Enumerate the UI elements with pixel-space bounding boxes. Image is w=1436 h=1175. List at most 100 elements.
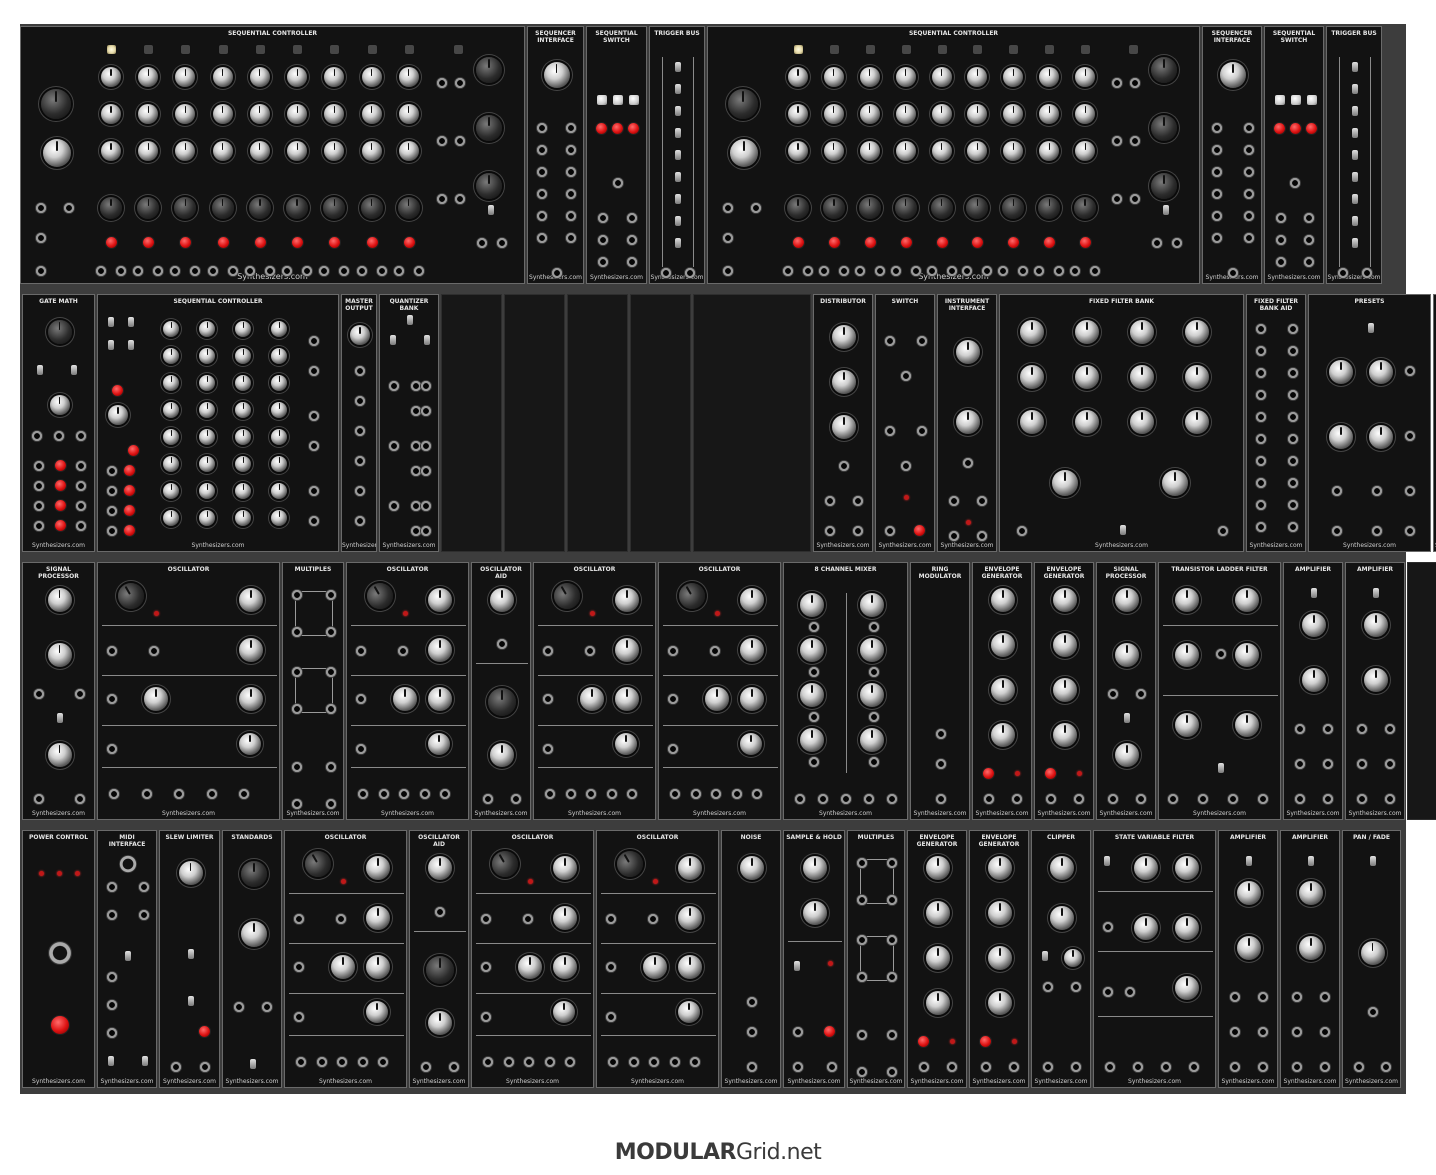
resonance-knob[interactable]: [1175, 916, 1199, 940]
low-pass-knob[interactable]: [1052, 470, 1078, 496]
step-knob[interactable]: [271, 483, 287, 499]
waveform-output-jack[interactable]: [689, 788, 702, 800]
filter-output-jack[interactable]: [1132, 1061, 1144, 1073]
linear-frequency-jack[interactable]: [709, 645, 721, 657]
transport-button[interactable]: [124, 465, 135, 476]
signal-input-jack[interactable]: [597, 234, 609, 246]
waveform-output-jack[interactable]: [418, 788, 431, 800]
signal-input-jack[interactable]: [1275, 256, 1287, 268]
patch-jack[interactable]: [291, 666, 303, 678]
signal-input-jack[interactable]: [1322, 758, 1334, 770]
waveform-output-jack[interactable]: [627, 1056, 640, 1068]
patch-jack[interactable]: [1255, 389, 1267, 401]
step-knob[interactable]: [235, 348, 251, 364]
patch-jack[interactable]: [948, 495, 960, 507]
step-out-jack[interactable]: [375, 265, 388, 277]
band-knob[interactable]: [1130, 410, 1154, 434]
configuration-knob[interactable]: [49, 395, 70, 415]
oscillator-output-jack[interactable]: [722, 265, 734, 277]
step-knob[interactable]: [931, 141, 952, 161]
patch-jack[interactable]: [808, 711, 820, 723]
response-toggle[interactable]: [1373, 588, 1379, 598]
step-in-jack[interactable]: [1069, 265, 1082, 277]
bank-output-jack[interactable]: [308, 410, 320, 422]
adsr-knob[interactable]: [991, 723, 1015, 747]
patch-jack[interactable]: [1404, 430, 1416, 442]
out-plus-jack[interactable]: [482, 793, 494, 805]
frequency-vernier-knob[interactable]: [730, 139, 758, 167]
step-set-button[interactable]: [180, 237, 192, 248]
patch-jack[interactable]: [1211, 232, 1223, 244]
range-knob[interactable]: [487, 846, 523, 882]
frequency-knob[interactable]: [1175, 856, 1199, 880]
step-knob[interactable]: [212, 141, 233, 161]
waveform-output-jack[interactable]: [238, 788, 251, 800]
output-jack[interactable]: [1008, 1061, 1020, 1073]
step-knob[interactable]: [138, 67, 159, 87]
power-on-button[interactable]: [50, 1016, 69, 1034]
pulse-width-amount-knob[interactable]: [331, 955, 355, 979]
column-on-time-knob[interactable]: [543, 62, 570, 88]
width-knob[interactable]: [553, 955, 577, 979]
gain-knob[interactable]: [1115, 588, 1139, 612]
response-toggle[interactable]: [1311, 588, 1317, 598]
band-knob[interactable]: [1185, 410, 1209, 434]
exp-amount-knob[interactable]: [428, 733, 450, 755]
pulse-width-amount-knob[interactable]: [643, 955, 667, 979]
patch-jack[interactable]: [1255, 477, 1267, 489]
frequency-knob[interactable]: [366, 856, 390, 880]
linear-amount-knob[interactable]: [239, 638, 263, 662]
exponential-frequency-jack[interactable]: [542, 743, 554, 755]
exponential-frequency-jack[interactable]: [480, 1011, 492, 1023]
step-knob[interactable]: [271, 321, 287, 337]
adsr-knob[interactable]: [1053, 633, 1077, 657]
signal-input-jack[interactable]: [1275, 212, 1287, 224]
step-knob[interactable]: [788, 104, 808, 124]
step-out-jack[interactable]: [909, 265, 922, 277]
gate-button[interactable]: [1045, 768, 1056, 779]
range-knob[interactable]: [612, 846, 648, 882]
level-knob[interactable]: [1175, 643, 1199, 667]
pan-fade-toggle[interactable]: [1369, 856, 1376, 866]
row-jack[interactable]: [454, 193, 466, 205]
patch-jack[interactable]: [1371, 485, 1383, 497]
step-knob[interactable]: [249, 141, 270, 161]
step-mode-knob[interactable]: [397, 197, 420, 219]
step-knob[interactable]: [788, 141, 808, 161]
step-knob[interactable]: [235, 510, 251, 526]
step-knob[interactable]: [163, 456, 179, 472]
step-set-button[interactable]: [329, 237, 341, 248]
exp-amount-knob[interactable]: [366, 1001, 388, 1023]
output-jack[interactable]: [74, 793, 86, 805]
trigger-output-button[interactable]: [613, 95, 623, 105]
step-knob[interactable]: [823, 141, 844, 161]
gate-jack[interactable]: [308, 515, 320, 527]
waveform-output-jack[interactable]: [523, 1056, 536, 1068]
width-knob[interactable]: [740, 687, 764, 711]
step-knob[interactable]: [271, 375, 287, 391]
step-knob[interactable]: [1039, 141, 1060, 161]
patch-jack[interactable]: [1211, 188, 1223, 200]
adsr-knob[interactable]: [926, 991, 950, 1015]
output-jack[interactable]: [1303, 212, 1315, 224]
site-logo[interactable]: MODULARGrid.net: [0, 1140, 1436, 1165]
step-mode-knob[interactable]: [930, 197, 953, 219]
row-jack[interactable]: [436, 193, 448, 205]
shift-jack[interactable]: [611, 177, 624, 189]
patch-jack[interactable]: [1243, 166, 1255, 178]
step-set-button[interactable]: [1044, 237, 1056, 248]
bank-output-jack[interactable]: [308, 485, 320, 497]
patch-jack[interactable]: [565, 232, 577, 244]
transport-button[interactable]: [124, 485, 135, 496]
push-button[interactable]: [112, 385, 123, 396]
gate-jack[interactable]: [948, 530, 960, 542]
exp-amount-knob[interactable]: [740, 733, 762, 755]
y-input-jack[interactable]: [935, 758, 947, 770]
patch-jack[interactable]: [1371, 525, 1383, 537]
column-on-time-knob[interactable]: [1220, 62, 1246, 88]
step-set-button[interactable]: [366, 237, 378, 248]
step-mode-knob[interactable]: [858, 197, 881, 219]
patch-jack[interactable]: [536, 232, 548, 244]
output-jack[interactable]: [1322, 793, 1334, 805]
band-knob[interactable]: [1075, 365, 1099, 389]
